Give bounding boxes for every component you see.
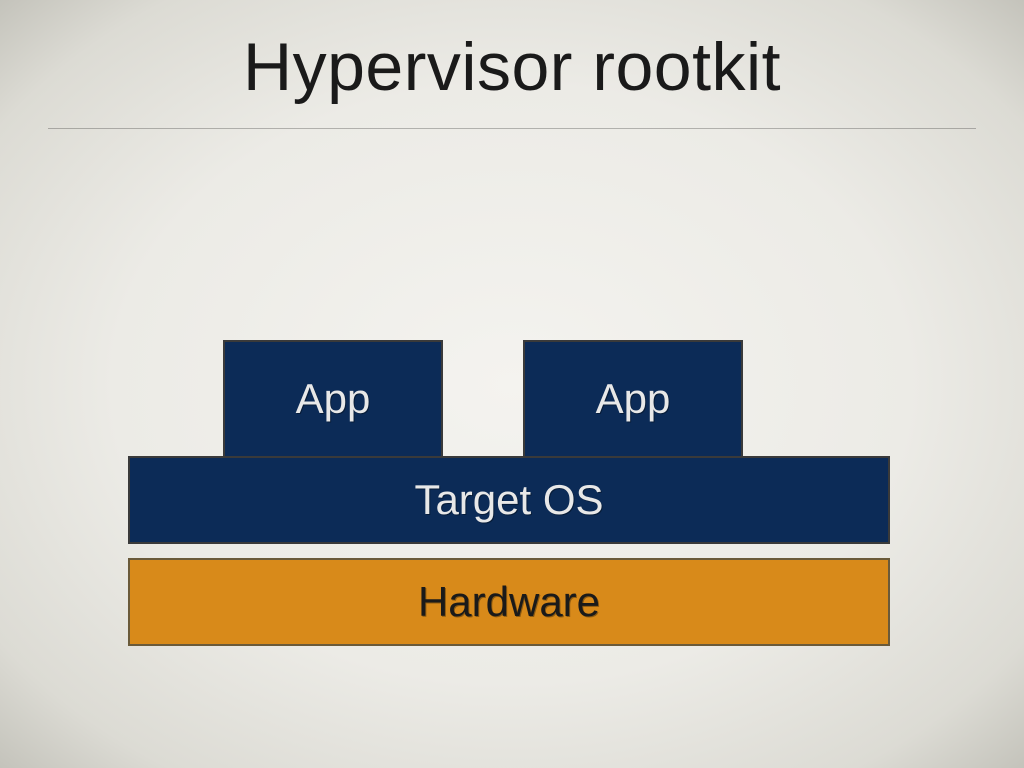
title-divider <box>48 128 976 129</box>
app-box-left: App <box>223 340 443 458</box>
app-left-label: App <box>296 375 371 423</box>
hardware-label: Hardware <box>418 578 600 626</box>
architecture-diagram: App App Target OS Hardware <box>128 340 890 646</box>
hardware-box: Hardware <box>128 558 890 646</box>
slide-title-text: Hypervisor rootkit <box>243 29 781 105</box>
slide: Hypervisor rootkit App App Target OS Har… <box>0 0 1024 768</box>
target-os-label: Target OS <box>414 476 603 524</box>
app-right-label: App <box>596 375 671 423</box>
apps-row: App App <box>128 340 890 458</box>
slide-title: Hypervisor rootkit <box>0 28 1024 106</box>
target-os-box: Target OS <box>128 456 890 544</box>
app-box-right: App <box>523 340 743 458</box>
